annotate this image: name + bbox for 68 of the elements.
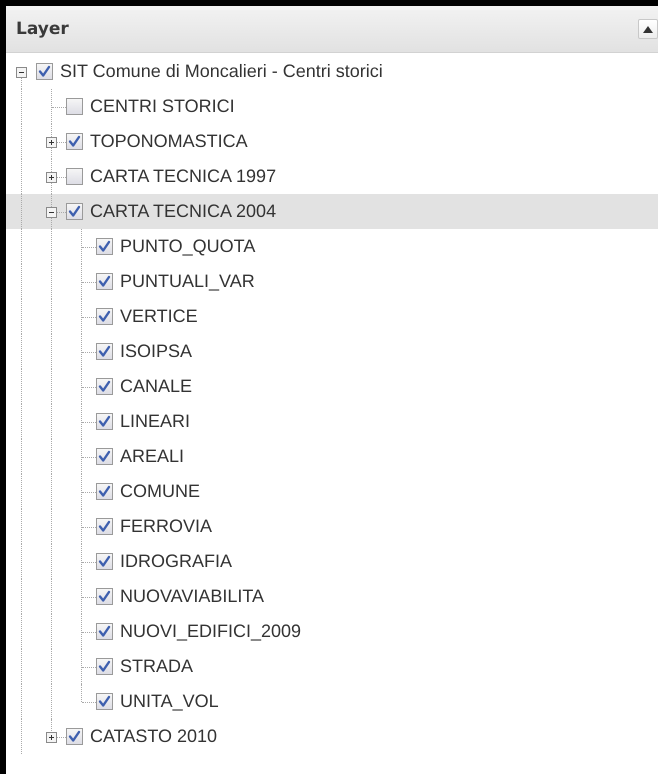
checkbox[interactable] bbox=[36, 63, 53, 80]
checkbox[interactable] bbox=[96, 518, 113, 535]
tree-row[interactable]: STRADA bbox=[6, 649, 658, 684]
checkbox[interactable] bbox=[96, 238, 113, 255]
panel-title: Layer bbox=[16, 19, 69, 39]
tree-row[interactable]: CANALE bbox=[6, 369, 658, 404]
checkbox[interactable] bbox=[96, 378, 113, 395]
layer-label: CARTA TECNICA 1997 bbox=[90, 166, 276, 187]
checkbox[interactable] bbox=[96, 308, 113, 325]
checkbox[interactable] bbox=[96, 588, 113, 605]
tree-row[interactable]: UNITA_VOL bbox=[6, 684, 658, 719]
layer-label: STRADA bbox=[120, 656, 194, 677]
expand-icon[interactable] bbox=[46, 732, 57, 742]
layer-label: AREALI bbox=[120, 446, 184, 467]
layer-label: CATASTO 2010 bbox=[90, 726, 218, 747]
tree-row[interactable]: LINEARI bbox=[6, 404, 658, 439]
layer-label: SIT Comune di Moncalieri - Centri storici bbox=[60, 61, 383, 82]
tree-row[interactable]: VERTICE bbox=[6, 299, 658, 334]
tree-row[interactable]: CARTA TECNICA 1997 bbox=[6, 159, 658, 194]
layer-label: LINEARI bbox=[120, 411, 190, 432]
tree-row[interactable]: PUNTUALI_VAR bbox=[6, 264, 658, 299]
collapse-icon[interactable] bbox=[46, 206, 57, 218]
layer-label: COMUNE bbox=[120, 481, 200, 502]
checkbox[interactable] bbox=[96, 413, 113, 430]
checkbox[interactable] bbox=[96, 623, 113, 640]
checkbox[interactable] bbox=[66, 168, 83, 185]
layer-label: ISOIPSA bbox=[120, 341, 192, 362]
tree-row[interactable]: FERROVIA bbox=[6, 509, 658, 544]
tree-row[interactable]: AREALI bbox=[6, 439, 658, 474]
checkbox[interactable] bbox=[96, 693, 113, 710]
tree-row[interactable]: NUOVI_EDIFICI_2009 bbox=[6, 614, 658, 649]
layer-label: CARTA TECNICA 2004 bbox=[90, 201, 276, 222]
tree-row[interactable]: CATASTO 2010 bbox=[6, 719, 658, 754]
tree-row[interactable]: COMUNE bbox=[6, 474, 658, 509]
checkbox[interactable] bbox=[96, 483, 113, 500]
layer-label: NUOVAVIABILITA bbox=[120, 586, 264, 607]
layer-label: IDROGRAFIA bbox=[120, 551, 232, 572]
layer-label: CANALE bbox=[120, 376, 192, 397]
layer-label: UNITA_VOL bbox=[120, 691, 219, 712]
expand-icon[interactable] bbox=[46, 136, 57, 148]
tree-row[interactable]: CENTRI STORICI bbox=[6, 89, 658, 124]
layer-label: CENTRI STORICI bbox=[90, 96, 235, 117]
checkbox[interactable] bbox=[66, 203, 83, 220]
checkbox[interactable] bbox=[96, 448, 113, 465]
tree-row[interactable]: SIT Comune di Moncalieri - Centri storici bbox=[6, 54, 658, 89]
collapse-icon[interactable] bbox=[16, 66, 27, 78]
layer-label: VERTICE bbox=[120, 306, 198, 327]
layer-label: PUNTUALI_VAR bbox=[120, 271, 255, 292]
tree-row[interactable]: ISOIPSA bbox=[6, 334, 658, 369]
caret-icon bbox=[643, 26, 653, 32]
tree-row[interactable]: NUOVAVIABILITA bbox=[6, 579, 658, 614]
checkbox[interactable] bbox=[96, 343, 113, 360]
checkbox[interactable] bbox=[96, 273, 113, 290]
tree-row[interactable]: PUNTO_QUOTA bbox=[6, 229, 658, 264]
layer-label: PUNTO_QUOTA bbox=[120, 236, 256, 257]
tree-row[interactable]: CARTA TECNICA 2004 bbox=[6, 194, 658, 229]
expand-icon[interactable] bbox=[46, 172, 57, 182]
collapse-button[interactable] bbox=[638, 19, 658, 39]
checkbox[interactable] bbox=[66, 133, 83, 150]
tree-row[interactable]: TOPONOMASTICA bbox=[6, 124, 658, 159]
checkbox[interactable] bbox=[66, 98, 83, 115]
layer-label: FERROVIA bbox=[120, 516, 212, 537]
layer-label: TOPONOMASTICA bbox=[90, 131, 248, 152]
tree-row[interactable]: IDROGRAFIA bbox=[6, 544, 658, 579]
checkbox[interactable] bbox=[96, 658, 113, 675]
checkbox[interactable] bbox=[66, 728, 83, 745]
checkbox[interactable] bbox=[96, 553, 113, 570]
layer-label: NUOVI_EDIFICI_2009 bbox=[120, 621, 302, 642]
